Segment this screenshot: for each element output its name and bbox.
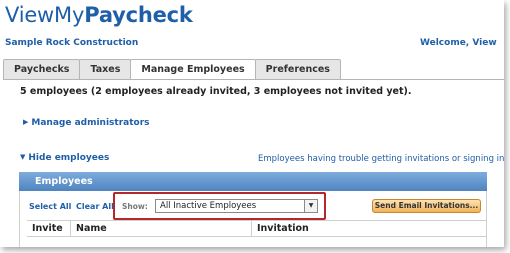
tab-taxes[interactable]: Taxes [79,59,132,79]
select-all-link[interactable]: Select All [29,202,71,211]
expand-triangle-icon: ▶ [23,118,29,126]
app-window: ViewMyPaycheck Sample Rock Construction … [0,0,504,247]
clear-all-link[interactable]: Clear All [76,202,114,211]
collapse-triangle-icon: ▼ [20,153,26,161]
show-filter-label: Show: [122,202,148,211]
employees-panel-header: Employees [19,172,487,191]
tab-manage-employees[interactable]: Manage Employees [130,59,256,80]
tab-preferences[interactable]: Preferences [254,59,341,79]
chevron-down-icon[interactable]: ▼ [304,200,317,212]
welcome-text: Welcome, View [420,38,497,48]
show-filter-dropdown[interactable]: All Inactive Employees ▼ [155,199,318,213]
main-tabs: Paychecks Taxes Manage Employees Prefere… [3,59,341,80]
show-filter-value: All Inactive Employees [160,201,257,211]
help-invitations-link[interactable]: Employees having trouble getting invitat… [258,154,504,164]
column-header-name[interactable]: Name [71,221,252,236]
column-header-invite[interactable]: Invite [27,221,71,236]
hide-employees-link[interactable]: ▼ Hide employees [20,153,109,163]
tab-divider [3,79,504,80]
employee-summary: 5 employees (2 employees already invited… [20,86,412,97]
manage-administrators-link[interactable]: ▶ Manage administrators [23,118,150,128]
employees-table-header: Invite Name Invitation [27,220,487,237]
company-name: Sample Rock Construction [5,38,139,48]
tab-paychecks[interactable]: Paychecks [3,59,81,79]
column-header-invitation[interactable]: Invitation [252,221,487,236]
send-email-invitations-button[interactable]: Send Email Invitations... [372,199,481,213]
app-logo: ViewMyPaycheck [5,3,193,27]
